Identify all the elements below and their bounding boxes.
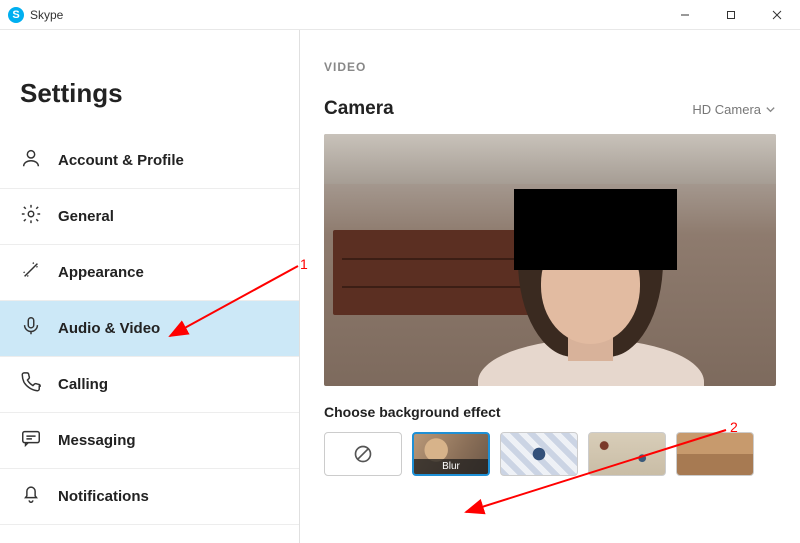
close-button[interactable]: [754, 0, 800, 30]
effect-background-3[interactable]: [676, 432, 754, 476]
sidebar-item-messaging[interactable]: Messaging: [0, 413, 299, 469]
sidebar-item-label: Account & Profile: [58, 152, 184, 169]
wand-icon: [20, 259, 42, 286]
sidebar-item-label: Calling: [58, 376, 108, 393]
effect-blur[interactable]: Blur: [412, 432, 490, 476]
effect-background-2[interactable]: [588, 432, 666, 476]
camera-heading: Camera: [324, 98, 394, 120]
maximize-button[interactable]: [708, 0, 754, 30]
background-effects-row: Blur: [324, 432, 776, 476]
camera-selected-value: HD Camera: [692, 102, 761, 117]
minimize-button[interactable]: [662, 0, 708, 30]
background-effect-heading: Choose background effect: [324, 404, 776, 420]
sidebar-item-label: General: [58, 208, 114, 225]
redaction-box: [514, 189, 677, 270]
app-title: Skype: [30, 8, 63, 22]
none-icon: [353, 444, 373, 464]
camera-select-dropdown[interactable]: HD Camera: [692, 102, 776, 117]
sidebar-item-audio-video[interactable]: Audio & Video: [0, 301, 299, 357]
message-icon: [20, 427, 42, 454]
section-label-video: VIDEO: [324, 60, 776, 74]
mic-icon: [20, 315, 42, 342]
phone-icon: [20, 371, 42, 398]
sidebar-item-general[interactable]: General: [0, 189, 299, 245]
bell-icon: [20, 483, 42, 510]
sidebar-item-label: Appearance: [58, 264, 144, 281]
gear-icon: [20, 203, 42, 230]
skype-logo-icon: S: [8, 7, 24, 23]
sidebar-item-calling[interactable]: Calling: [0, 357, 299, 413]
chevron-down-icon: [765, 104, 776, 115]
sidebar-item-account-profile[interactable]: Account & Profile: [0, 133, 299, 189]
window-controls: [662, 0, 800, 30]
sidebar-item-notifications[interactable]: Notifications: [0, 469, 299, 525]
titlebar: S Skype: [0, 0, 800, 30]
settings-sidebar: Settings Account & Profile General Appea…: [0, 30, 300, 543]
effect-caption: Blur: [414, 459, 488, 474]
effect-background-1[interactable]: [500, 432, 578, 476]
camera-preview: [324, 134, 776, 386]
sidebar-item-label: Messaging: [58, 432, 136, 449]
main-panel: VIDEO Camera HD Camera Choose background…: [300, 30, 800, 543]
sidebar-item-appearance[interactable]: Appearance: [0, 245, 299, 301]
sidebar-item-label: Notifications: [58, 488, 149, 505]
effect-none[interactable]: [324, 432, 402, 476]
sidebar-item-label: Audio & Video: [58, 320, 160, 337]
user-icon: [20, 147, 42, 174]
sidebar-title: Settings: [0, 30, 299, 133]
